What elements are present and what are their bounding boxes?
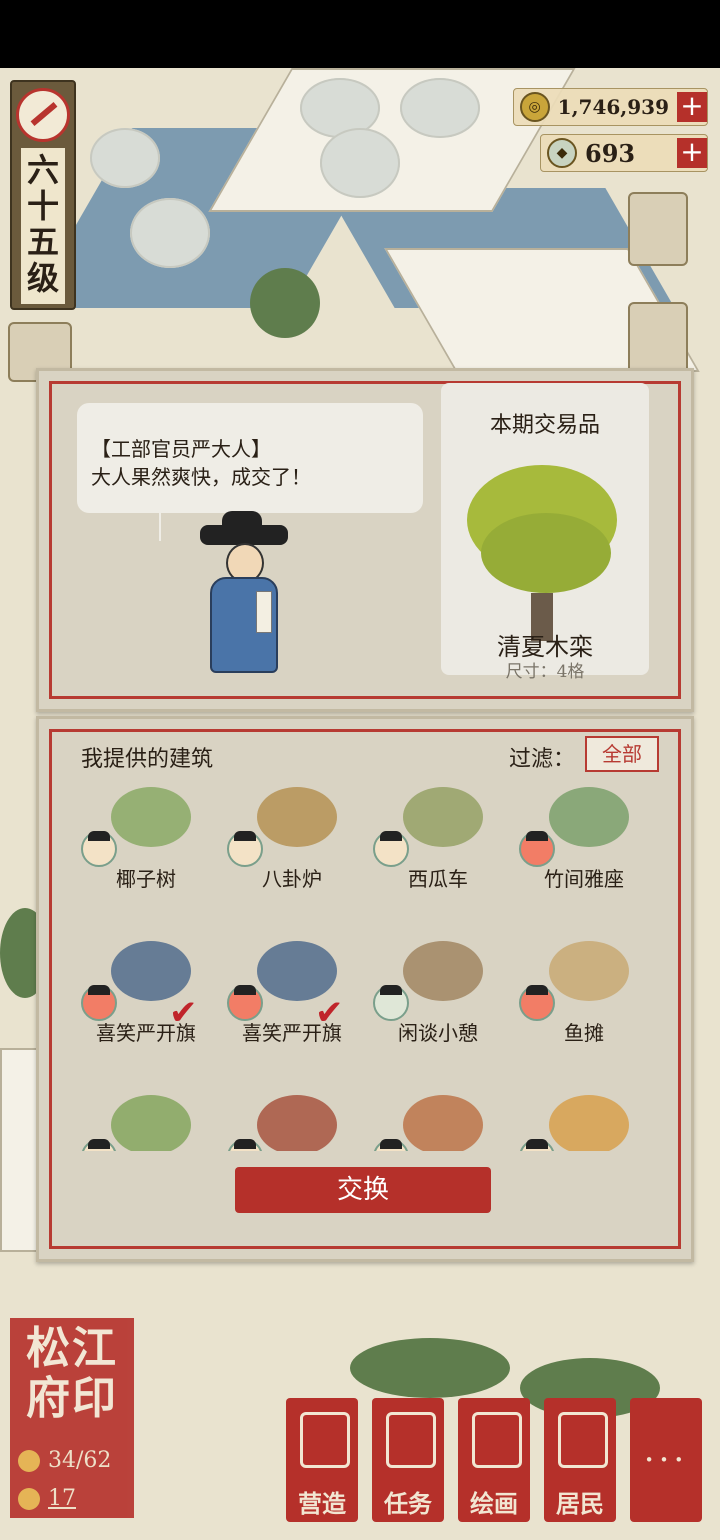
scroll-painting-icon xyxy=(472,1412,522,1468)
filter-dropdown[interactable]: 全部 xyxy=(585,736,659,772)
snow-tree xyxy=(90,128,160,188)
resident-mood-icon xyxy=(227,985,263,1021)
buildings-title: 我提供的建筑 xyxy=(81,747,214,772)
building-grid: 椰子树 八卦炉 西瓜车 竹间雅座 ✔ 喜笑严开旗 ✔ 喜笑严开旗闲谈小憩 鱼摊 xyxy=(81,779,651,1151)
coin-icon: ◎ xyxy=(519,92,550,122)
trade-title: 本期交易品 xyxy=(489,413,600,438)
building-name: 喜笑严开旗 xyxy=(242,1021,342,1045)
pavilion-icon xyxy=(300,1412,350,1468)
level-badge[interactable]: 六十五级 xyxy=(10,80,76,310)
anniversary-event-button[interactable] xyxy=(628,192,688,266)
jade-icon: ◆ xyxy=(547,138,577,168)
coin-value: 1,746,939 xyxy=(557,95,669,119)
person-icon xyxy=(558,1412,608,1468)
level-label: 六十五级 xyxy=(21,148,65,304)
more-button[interactable]: ··· xyxy=(630,1398,702,1522)
tasks-button[interactable]: 任务 xyxy=(372,1398,444,1522)
building-name: 喜笑严开旗 xyxy=(96,1021,196,1045)
building-name: 八卦炉 xyxy=(262,867,322,891)
speaker-name: 【工部官员严大人】 xyxy=(91,437,271,461)
visitor-icon xyxy=(18,1488,40,1510)
building-item[interactable]: 椰子树 xyxy=(81,779,211,919)
painting-label: 绘画 xyxy=(470,1489,518,1518)
building-item[interactable]: ✔ 喜笑严开旗 xyxy=(227,933,357,1073)
green-tree xyxy=(250,268,320,338)
building-item[interactable]: 闲谈小憩 xyxy=(373,933,503,1073)
visitor-count-value: 17 xyxy=(48,1486,76,1511)
tasks-label: 任务 xyxy=(384,1489,432,1518)
speech-bubble: 【工部官员严大人】 大人果然爽快，成交了！ xyxy=(77,403,423,541)
resident-mood-icon xyxy=(81,985,117,1021)
buildings-panel: 我提供的建筑 过滤： 全部 椰子树 八卦炉 西瓜车 竹间雅座 ✔ 喜笑严开旗 ✔ 喜笑严开旗闲… xyxy=(36,716,694,1262)
residents-button[interactable]: 居民 xyxy=(544,1398,616,1522)
trader-panel: 【工部官员严大人】 大人果然爽快，成交了！ 本期交易品 清夏木栾 尺寸：4格 xyxy=(36,368,694,712)
snow-tree xyxy=(320,128,400,198)
building-item[interactable] xyxy=(519,1087,649,1151)
build-label: 营造 xyxy=(298,1489,346,1518)
building-item[interactable]: 鱼摊 xyxy=(519,933,649,1073)
building-name: 竹间雅座 xyxy=(544,867,624,891)
trade-item-size: 尺寸：4格 xyxy=(505,662,585,682)
resident-mood-icon xyxy=(519,985,555,1021)
resident-count-value: 34/62 xyxy=(48,1448,112,1473)
building-name: 西瓜车 xyxy=(408,867,468,891)
add-gems-button[interactable]: + xyxy=(677,138,707,168)
add-coins-button[interactable]: + xyxy=(677,92,707,122)
building-item[interactable] xyxy=(81,1087,211,1151)
seal-text: 松江府印 xyxy=(26,1323,118,1424)
building-name: 闲谈小憩 xyxy=(398,1021,478,1045)
snow-tree xyxy=(130,198,210,268)
resident-mood-icon xyxy=(373,831,409,867)
scroll-icon xyxy=(256,591,272,633)
resident-mood-icon xyxy=(227,831,263,867)
painting-button[interactable]: 绘画 xyxy=(458,1398,530,1522)
building-item[interactable]: 西瓜车 xyxy=(373,779,503,919)
brush-emblem-icon xyxy=(16,88,70,142)
residents-label: 居民 xyxy=(556,1489,604,1518)
building-item[interactable] xyxy=(227,1087,357,1151)
prefecture-seal[interactable]: 松江府印 34/62 17 xyxy=(10,1318,134,1518)
tree-icon xyxy=(441,453,649,641)
book-icon xyxy=(386,1412,436,1468)
status-bar xyxy=(0,0,720,68)
exchange-button[interactable]: 交换 xyxy=(235,1167,491,1213)
visitor-count: 17 xyxy=(18,1486,76,1511)
resident-mood-icon xyxy=(519,831,555,867)
resident-icon xyxy=(18,1450,40,1472)
building-name: 鱼摊 xyxy=(564,1021,604,1045)
official-hat-top xyxy=(222,511,262,535)
building-item[interactable] xyxy=(373,1087,503,1151)
building-item[interactable]: ✔ 喜笑严开旗 xyxy=(81,933,211,1073)
building-item[interactable]: 竹间雅座 xyxy=(519,779,649,919)
gem-value: 693 xyxy=(585,138,636,168)
anniversary-gift-button[interactable] xyxy=(628,302,688,376)
resident-count: 34/62 xyxy=(18,1448,111,1473)
snow-tree xyxy=(400,78,480,138)
build-button[interactable]: 营造 xyxy=(286,1398,358,1522)
resident-mood-icon xyxy=(81,831,117,867)
gem-counter: ◆ 693 + xyxy=(540,134,708,172)
speech-text: 大人果然爽快，成交了！ xyxy=(91,465,311,489)
trade-item-card[interactable]: 本期交易品 清夏木栾 尺寸：4格 xyxy=(441,383,649,682)
building-name: 椰子树 xyxy=(116,867,176,891)
resident-mood-icon xyxy=(373,985,409,1021)
coin-counter: ◎ 1,746,939 + xyxy=(512,88,708,126)
building-item[interactable]: 八卦炉 xyxy=(227,779,357,919)
green-tree xyxy=(350,1338,510,1398)
filter-label: 过滤： xyxy=(509,747,576,772)
official-character xyxy=(194,511,294,681)
